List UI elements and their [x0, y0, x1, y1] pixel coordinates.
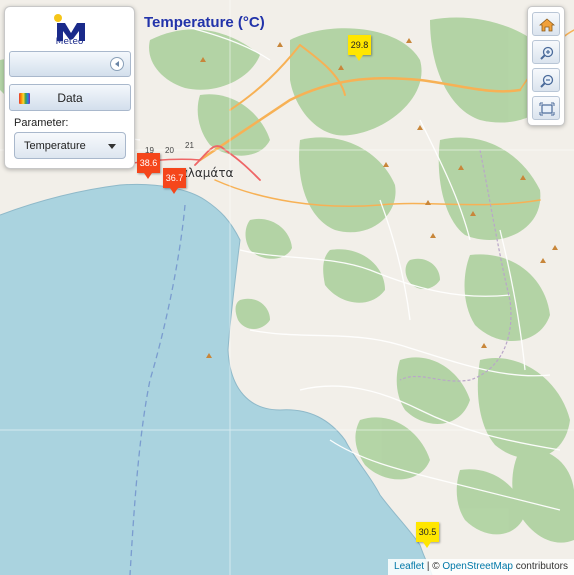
temperature-marker[interactable]: 38.6: [137, 153, 160, 179]
map-title: Temperature (°C): [144, 14, 265, 31]
collapse-arrow-icon: [110, 57, 124, 71]
zoom-out-icon: [540, 74, 554, 88]
map-toolbar: [527, 6, 565, 126]
road-number-label: 21: [185, 141, 194, 150]
data-button[interactable]: Data: [9, 84, 131, 111]
temperature-marker[interactable]: 29.8: [348, 35, 371, 61]
control-panel: Meteo Data Parameter: Temperature: [4, 6, 135, 169]
parameter-label: Parameter:: [14, 117, 69, 129]
home-button[interactable]: [532, 12, 560, 36]
data-button-label: Data: [57, 91, 83, 105]
fit-extent-icon: [539, 102, 555, 116]
zoom-in-icon: [540, 46, 554, 60]
temperature-marker[interactable]: 30.5: [416, 522, 439, 548]
map-attribution: Leaflet | © OpenStreetMap contributors: [388, 559, 574, 575]
parameter-select[interactable]: Temperature: [14, 132, 126, 159]
road-number-label: 20: [165, 146, 174, 155]
parameter-select-value: Temperature: [24, 140, 86, 152]
temperature-marker[interactable]: 36.7: [163, 168, 186, 194]
leaflet-link[interactable]: Leaflet: [394, 561, 424, 572]
zoom-out-button[interactable]: [532, 68, 560, 92]
zoom-in-button[interactable]: [532, 40, 560, 64]
attribution-separator: | ©: [426, 561, 440, 572]
chevron-down-icon: [108, 144, 116, 149]
openstreetmap-link[interactable]: OpenStreetMap: [442, 561, 513, 572]
collapse-panel-button[interactable]: [9, 51, 131, 77]
attribution-contributors: contributors: [515, 561, 568, 572]
fit-extent-button[interactable]: [532, 96, 560, 120]
home-icon: [539, 18, 555, 32]
logo-text: Meteo: [55, 37, 84, 47]
